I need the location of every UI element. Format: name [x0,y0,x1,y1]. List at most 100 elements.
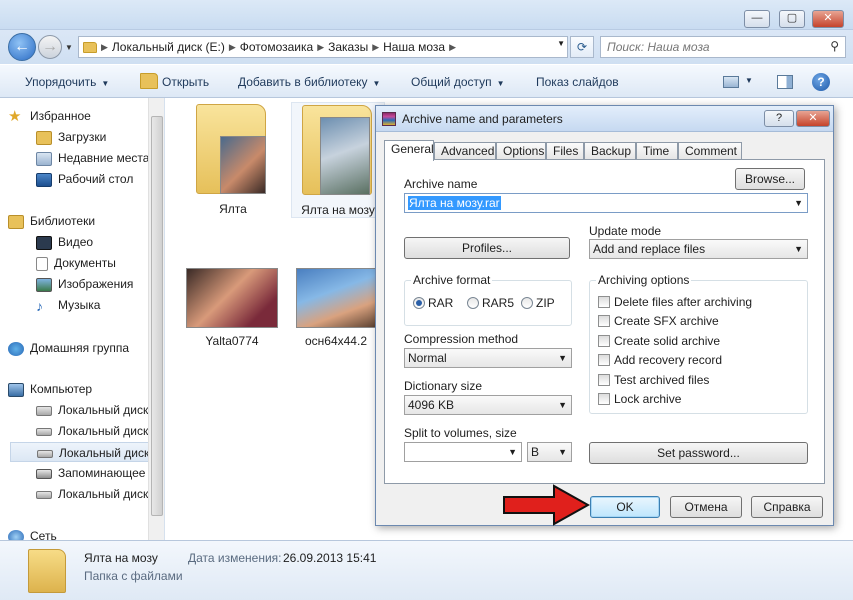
chevron-right-icon[interactable]: ▶ [317,42,324,53]
photo-thumbnail [296,268,378,328]
slideshow-button[interactable]: Показ слайдов [536,75,619,89]
sidebar-item-downloads[interactable]: Загрузки [36,127,164,147]
update-mode-value: Add and replace files [593,242,706,256]
format-rar5-radio[interactable]: RAR5 [467,296,514,310]
chevron-right-icon[interactable]: ▶ [449,42,456,53]
tab-backup[interactable]: Backup [584,142,636,160]
sidebar-item-label: Сеть [30,529,57,540]
tab-time[interactable]: Time [636,142,678,160]
dictionary-size-select[interactable]: 4096 KB ▼ [404,395,572,415]
scrollbar-thumb[interactable] [151,116,163,516]
sidebar-item-disk-f[interactable]: Локальный диск [36,484,164,504]
refresh-button[interactable]: ⟳ [570,36,594,58]
sidebar-item-disk-e[interactable]: Локальный диск [10,442,158,462]
file-item[interactable]: Ялта [186,104,280,216]
maximize-button[interactable]: ▢ [779,10,805,28]
sidebar-item-libraries[interactable]: Библиотеки [8,211,158,231]
sidebar-item-documents[interactable]: Документы [36,253,164,273]
tab-advanced[interactable]: Advanced [434,142,496,160]
radio-label: ZIP [536,296,555,310]
option-delete-files-checkbox[interactable]: Delete files after archiving [598,295,752,309]
chevron-down-icon[interactable]: ▼ [794,194,803,212]
breadcrumb-photomosaic[interactable]: Фотомозаика [240,40,313,54]
sidebar-scrollbar[interactable] [148,98,164,540]
option-test-checkbox[interactable]: Test archived files [598,373,709,387]
sidebar-item-disk-d[interactable]: Локальный диск [36,421,164,441]
breadcrumb-orders[interactable]: Заказы [328,40,368,54]
sidebar-item-removable[interactable]: Запоминающее [36,463,164,483]
option-solid-checkbox[interactable]: Create solid archive [598,334,720,348]
split-unit-select[interactable]: B ▼ [527,442,572,462]
format-rar-radio[interactable]: RAR [413,296,453,310]
homegroup-icon [8,341,24,356]
tab-files[interactable]: Files [546,142,584,160]
radio-label: RAR5 [482,296,515,310]
tab-general[interactable]: General [384,140,434,161]
archive-name-input[interactable]: Ялта на мозу.rar ▼ [404,193,808,213]
browse-button[interactable]: Browse... [735,168,805,190]
history-dropdown-icon[interactable]: ▼ [65,43,73,52]
sidebar-item-pictures[interactable]: Изображения [36,274,164,294]
address-dropdown-icon[interactable]: ▼ [557,39,565,48]
view-dropdown-icon[interactable]: ▼ [745,76,753,85]
forward-button[interactable]: → [38,35,62,59]
sidebar-item-computer[interactable]: Компьютер [8,379,158,399]
format-zip-radio[interactable]: ZIP [521,296,555,310]
sidebar-item-favorites[interactable]: ★ Избранное [8,106,158,126]
winrar-icon [382,112,396,126]
radio-icon [521,297,533,309]
sidebar-item-video[interactable]: Видео [36,232,164,252]
close-button[interactable]: ✕ [812,10,844,28]
help-icon[interactable]: ? [812,73,830,91]
chevron-right-icon[interactable]: ▶ [101,42,108,53]
back-button[interactable]: ← [8,33,36,61]
chevron-down-icon[interactable]: ▼ [508,443,517,461]
search-input[interactable]: Поиск: Наша моза ⚲ [600,36,846,58]
open-button[interactable]: Открыть [162,75,209,89]
downloads-folder-icon [36,130,52,145]
organize-button[interactable]: Упорядочить ▼ [25,75,109,89]
help-button[interactable]: Справка [751,496,823,518]
set-password-button[interactable]: Set password... [589,442,808,464]
add-to-library-button[interactable]: Добавить в библиотеку ▼ [238,75,380,89]
sidebar-item-recent[interactable]: Недавние места [36,148,164,168]
compression-method-select[interactable]: Normal ▼ [404,348,572,368]
tab-options[interactable]: Options [496,142,546,160]
file-item-selected[interactable]: Ялта на мозу [291,102,385,218]
breadcrumb-disk[interactable]: Локальный диск (E:) [112,40,225,54]
profiles-button[interactable]: Profiles... [404,237,570,259]
breadcrumb-current[interactable]: Наша моза [383,40,445,54]
ok-button[interactable]: OK [590,496,660,518]
sidebar-item-desktop[interactable]: Рабочий стол [36,169,164,189]
dialog-help-button[interactable]: ? [764,110,794,127]
address-bar[interactable]: ▶ Локальный диск (E:) ▶ Фотомозаика ▶ За… [78,36,568,58]
documents-icon [36,256,48,271]
preview-pane-icon[interactable] [777,75,793,89]
option-sfx-checkbox[interactable]: Create SFX archive [598,314,719,328]
chevron-right-icon[interactable]: ▶ [229,42,236,53]
share-button[interactable]: Общий доступ ▼ [411,75,505,89]
dialog-close-button[interactable]: ✕ [796,110,830,127]
tab-comment[interactable]: Comment [678,142,742,160]
search-icon[interactable]: ⚲ [830,39,839,53]
checkbox-label: Delete files after archiving [614,295,753,309]
sidebar-item-label: Запоминающее [58,466,146,480]
update-mode-select[interactable]: Add and replace files ▼ [589,239,808,259]
sidebar-item-music[interactable]: ♪ Музыка [36,295,164,315]
sidebar-item-homegroup[interactable]: Домашняя группа [8,338,158,358]
sidebar-item-disk-c[interactable]: Локальный диск [36,400,164,420]
minimize-button[interactable]: — [744,10,770,28]
archiving-options-label: Archiving options [596,273,692,287]
disk-icon [36,490,52,499]
option-recovery-checkbox[interactable]: Add recovery record [598,353,722,367]
file-item[interactable]: Yalta0774 [184,266,280,350]
star-icon: ★ [8,107,22,125]
split-volumes-input[interactable]: ▼ [404,442,522,462]
chevron-down-icon: ▼ [794,244,803,254]
view-options-icon[interactable] [723,76,739,88]
chevron-right-icon[interactable]: ▶ [372,42,379,53]
option-lock-checkbox[interactable]: Lock archive [598,392,681,406]
sidebar-item-network[interactable]: Сеть [8,526,158,540]
open-folder-icon [140,73,158,89]
cancel-button[interactable]: Отмена [670,496,742,518]
